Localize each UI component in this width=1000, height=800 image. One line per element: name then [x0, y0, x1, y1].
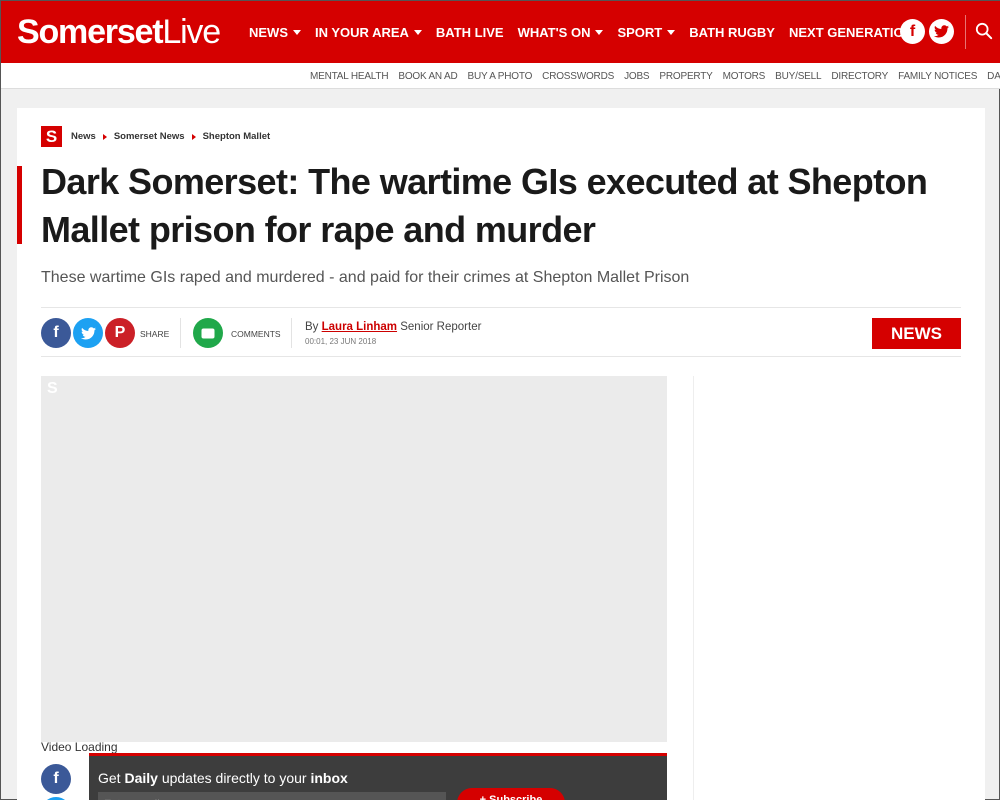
- newsletter-middle: updates directly to your: [161, 770, 307, 786]
- nav-item-news[interactable]: NEWS: [242, 25, 308, 40]
- newsletter-daily: Daily: [124, 770, 158, 786]
- subnav-item-directory[interactable]: DIRECTORY: [826, 71, 893, 82]
- video-watermark-s: S: [47, 380, 58, 397]
- newsletter-text: Get Daily updates directly to your inbox: [98, 770, 348, 786]
- twitter-share-icon[interactable]: [73, 318, 103, 348]
- sidebar-divider: [693, 376, 694, 800]
- pinterest-share-icon[interactable]: P: [105, 318, 135, 348]
- subnav-item-property[interactable]: PROPERTY: [654, 71, 717, 82]
- newsletter-signup: Get Daily updates directly to your inbox…: [89, 753, 667, 800]
- nav-item-what-s-on[interactable]: WHAT'S ON: [511, 25, 611, 40]
- video-status: Video Loading: [41, 740, 118, 754]
- site-header: SomersetLive NEWS IN YOUR AREA BATH LIVE WH…: [1, 1, 1000, 63]
- breadcrumb-item-news[interactable]: News: [71, 131, 96, 142]
- subnav-item-crosswords[interactable]: CROSSWORDS: [537, 71, 619, 82]
- headline-accent-bar: [17, 166, 22, 244]
- twitter-icon[interactable]: [929, 19, 954, 44]
- nav-item-sport[interactable]: SPORT: [610, 25, 682, 40]
- divider: [180, 318, 181, 348]
- subnav-item-buy-a-photo[interactable]: BUY A PHOTO: [462, 71, 537, 82]
- byline: By Laura Linham Senior Reporter: [305, 321, 481, 333]
- breadcrumb-item-shepton-mallet[interactable]: Shepton Mallet: [203, 131, 271, 142]
- subscribe-button[interactable]: + Subscribe: [457, 788, 565, 800]
- section-badge[interactable]: NEWS: [872, 318, 961, 349]
- facebook-icon[interactable]: f: [900, 19, 925, 44]
- nav-item-label: IN YOUR AREA: [315, 24, 409, 40]
- byline-prefix: By: [305, 321, 319, 333]
- subnav-item-motors[interactable]: MOTORS: [718, 71, 771, 82]
- secondary-nav-list: MENTAL HEALTH BOOK AN AD BUY A PHOTO CROSSW…: [305, 63, 1000, 89]
- breadcrumb: S News Somerset News Shepton Mallet: [41, 126, 270, 147]
- nav-item-label: NEXT GENERATION: [788, 24, 913, 40]
- nav-item-in-your-area[interactable]: IN YOUR AREA: [308, 25, 429, 40]
- facebook-floating-share-icon[interactable]: f: [41, 764, 71, 794]
- byline-row: f P SHARE COMMENTS By Laura Linham Senio…: [41, 307, 961, 357]
- nav-item-label: SPORT: [617, 24, 663, 40]
- subnav-item-jobs[interactable]: JOBS: [619, 71, 654, 82]
- share-label[interactable]: SHARE: [140, 329, 169, 339]
- brand-s-icon[interactable]: S: [41, 126, 62, 147]
- facebook-share-icon[interactable]: f: [41, 318, 71, 348]
- chevron-down-icon: [667, 29, 676, 35]
- nav-item-label: NEWS: [249, 24, 288, 40]
- video-player[interactable]: S: [41, 376, 667, 742]
- newsletter-email-input[interactable]: [98, 792, 446, 800]
- chevron-right-icon: [102, 133, 107, 140]
- share-buttons: f P: [41, 318, 135, 348]
- nav-item-label: BATH LIVE: [435, 24, 504, 40]
- nav-item-bath-rugby[interactable]: BATH RUGBY: [682, 25, 782, 40]
- site-logo[interactable]: SomersetLive: [17, 12, 221, 52]
- subnav-item-family-notices[interactable]: FAMILY NOTICES: [893, 71, 982, 82]
- chevron-down-icon: [293, 29, 301, 35]
- breadcrumb-item-somerset-news[interactable]: Somerset News: [114, 131, 185, 142]
- subnav-item-mental-health[interactable]: MENTAL HEALTH: [305, 71, 393, 82]
- chevron-down-icon: [413, 29, 422, 35]
- logo-text-bold: Somerset: [17, 13, 164, 51]
- chevron-right-icon: [191, 133, 196, 140]
- nav-item-label: BATH RUGBY: [689, 24, 775, 40]
- publish-date: 00:01, 23 JUN 2018: [305, 337, 377, 346]
- article-standfirst: These wartime GIs raped and murdered - a…: [41, 269, 690, 286]
- nav-item-bath-live[interactable]: BATH LIVE: [429, 25, 511, 40]
- secondary-nav: MENTAL HEALTH BOOK AN AD BUY A PHOTO CROSSW…: [1, 63, 1000, 89]
- main-nav: NEWS IN YOUR AREA BATH LIVE WHAT'S ON SPORT B…: [242, 1, 920, 63]
- comments-label[interactable]: COMMENTS: [231, 329, 281, 339]
- article-card: S News Somerset News Shepton Mallet Dark…: [17, 108, 985, 800]
- subnav-item-book-an-ad[interactable]: BOOK AN AD: [393, 71, 462, 82]
- header-social: f: [900, 19, 954, 44]
- divider: [291, 318, 292, 348]
- search-icon[interactable]: [975, 22, 993, 40]
- author-role: Senior Reporter: [400, 321, 482, 333]
- newsletter-inbox: inbox: [310, 770, 348, 786]
- subnav-item-dating[interactable]: DATING: [982, 71, 1000, 82]
- author-link[interactable]: Laura Linham: [322, 321, 397, 333]
- nav-item-label: WHAT'S ON: [517, 24, 591, 40]
- logo-text-light: Live: [162, 13, 221, 51]
- comments-icon[interactable]: [193, 318, 223, 348]
- subnav-item-buy-sell[interactable]: BUY/SELL: [770, 71, 826, 82]
- article-headline: Dark Somerset: The wartime GIs executed …: [41, 161, 928, 250]
- newsletter-get: Get: [98, 770, 121, 786]
- search-divider: [965, 15, 966, 49]
- chevron-down-icon: [595, 29, 604, 35]
